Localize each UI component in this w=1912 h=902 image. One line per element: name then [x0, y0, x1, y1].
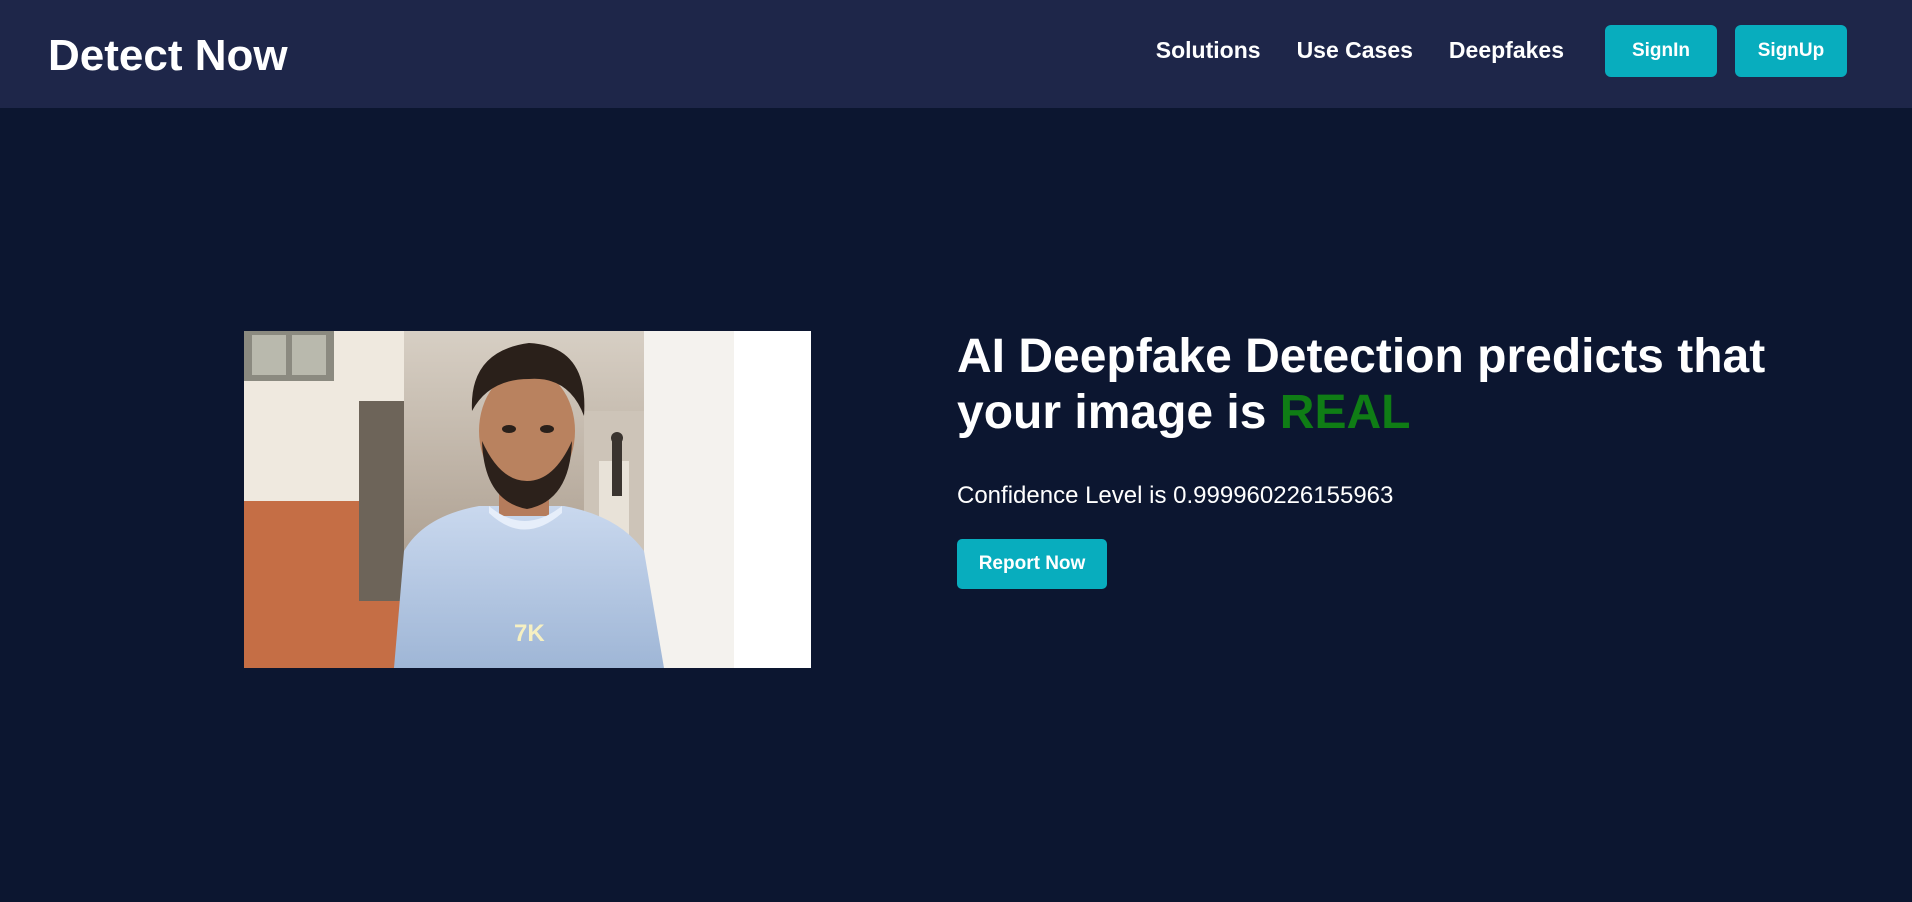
brand-logo[interactable]: Detect Now [48, 30, 288, 82]
detection-result: AI Deepfake Detection predicts that your… [957, 329, 1777, 589]
nav-solutions[interactable]: Solutions [1156, 36, 1261, 64]
navbar: Detect Now Solutions Use Cases Deepfakes… [0, 0, 1912, 108]
signup-button[interactable]: SignUp [1735, 25, 1847, 77]
signin-button[interactable]: SignIn [1605, 25, 1717, 77]
nav-links: Solutions Use Cases Deepfakes [1156, 36, 1564, 64]
result-headline: AI Deepfake Detection predicts that your… [957, 329, 1777, 441]
shirt-logo: 7K [514, 620, 545, 647]
uploaded-image: 7K [244, 331, 811, 668]
nav-deepfakes[interactable]: Deepfakes [1449, 36, 1564, 64]
confidence-level: Confidence Level is 0.999960226155963 [957, 482, 1394, 509]
verdict-label: REAL [1279, 386, 1411, 439]
report-now-button[interactable]: Report Now [957, 539, 1107, 589]
nav-use-cases[interactable]: Use Cases [1297, 36, 1413, 64]
